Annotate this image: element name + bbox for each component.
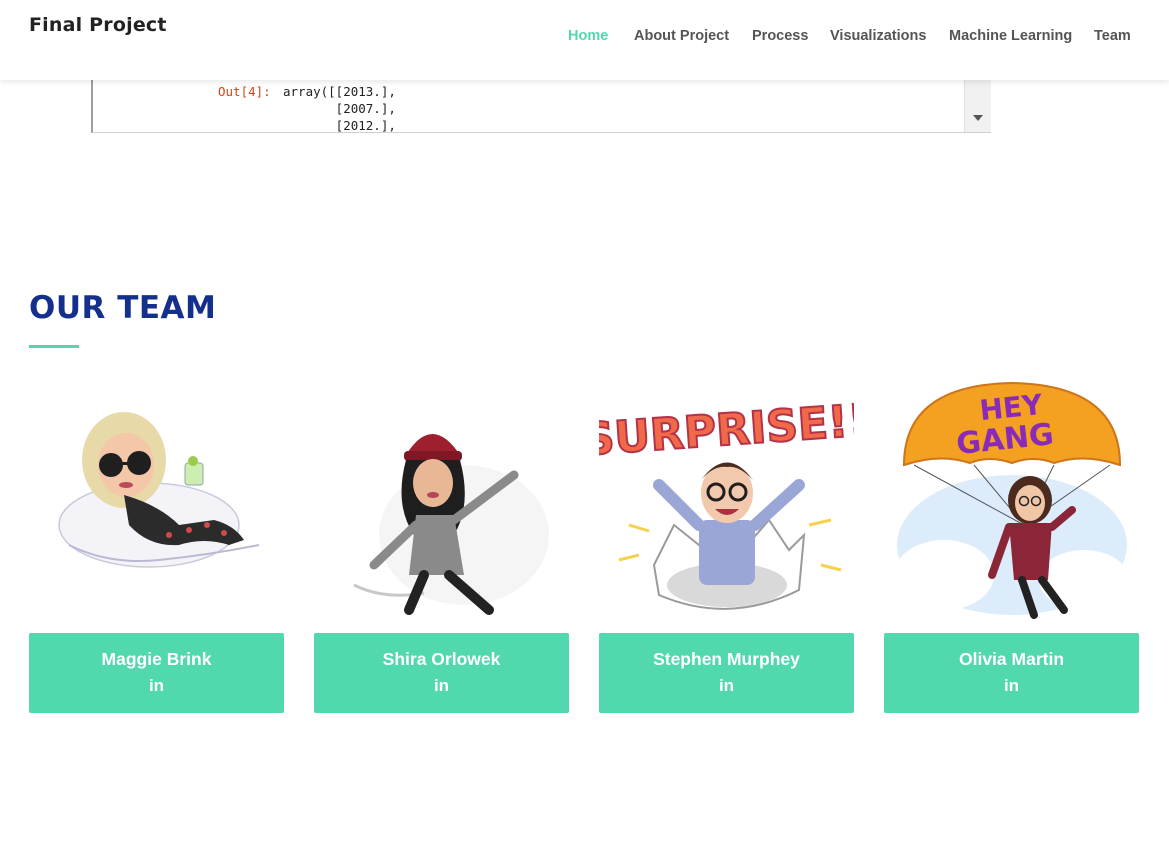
surprise-lettering: SURPRISE!!: [599, 395, 854, 466]
team-card-maggie: Maggie Brink in: [29, 375, 284, 713]
card-footer: Olivia Martin in: [884, 633, 1139, 713]
surprise-avatar-icon: SURPRISE!!: [599, 394, 854, 610]
code-line-2: [2007.],: [283, 101, 396, 116]
team-card-shira: Shira Orlowek in: [314, 375, 569, 713]
linkedin-icon[interactable]: in: [1004, 676, 1019, 696]
nav-link-about-project[interactable]: About Project: [634, 28, 729, 44]
linkedin-icon[interactable]: in: [434, 676, 449, 696]
linkedin-icon[interactable]: in: [719, 676, 734, 696]
scrollbar[interactable]: [964, 80, 991, 132]
scroll-down-arrow-icon[interactable]: [973, 115, 983, 121]
member-name: Shira Orlowek: [382, 649, 501, 669]
avatar-stephen-bitmoji: SURPRISE!!: [599, 375, 854, 633]
title-underline: [29, 345, 79, 348]
brand-title[interactable]: Final Project: [29, 14, 167, 36]
member-name: Stephen Murphey: [653, 649, 800, 669]
dancing-avatar-icon: [353, 434, 549, 615]
output-prompt: Out[4]:: [218, 84, 271, 99]
avatar-maggie-bitmoji: [29, 375, 284, 633]
lounging-avatar-icon: [58, 412, 260, 568]
nav-link-team[interactable]: Team: [1094, 28, 1131, 44]
linkedin-icon[interactable]: in: [149, 676, 164, 696]
team-card-olivia: HEY GANG Olivia Martin in: [884, 375, 1139, 713]
nav-link-machine-learning[interactable]: Machine Learning: [949, 28, 1072, 44]
nav-link-home[interactable]: Home: [568, 28, 608, 44]
card-footer: Stephen Murphey in: [599, 633, 854, 713]
code-line-3: [2012.],: [283, 118, 396, 133]
notebook-output-frame[interactable]: Out[4]: array([[2013.], [2007.], [2012.]…: [91, 80, 991, 133]
avatar-olivia-bitmoji: HEY GANG: [884, 375, 1139, 633]
member-name: Maggie Brink: [101, 649, 212, 669]
card-footer: Shira Orlowek in: [314, 633, 569, 713]
avatar-shira-bitmoji: [314, 375, 569, 633]
card-footer: Maggie Brink in: [29, 633, 284, 713]
nav-link-process[interactable]: Process: [752, 28, 808, 44]
code-line-1: array([[2013.],: [283, 84, 396, 99]
team-card-stephen: SURPRISE!! Stephen Murphey in: [599, 375, 854, 713]
parachute-avatar-icon: HEY GANG: [894, 381, 1129, 619]
member-name: Olivia Martin: [958, 649, 1065, 669]
section-title-our-team: OUR TEAM: [29, 290, 217, 326]
nav-link-visualizations[interactable]: Visualizations: [830, 28, 926, 44]
navbar: Final Project Home About Project Process…: [0, 0, 1169, 80]
